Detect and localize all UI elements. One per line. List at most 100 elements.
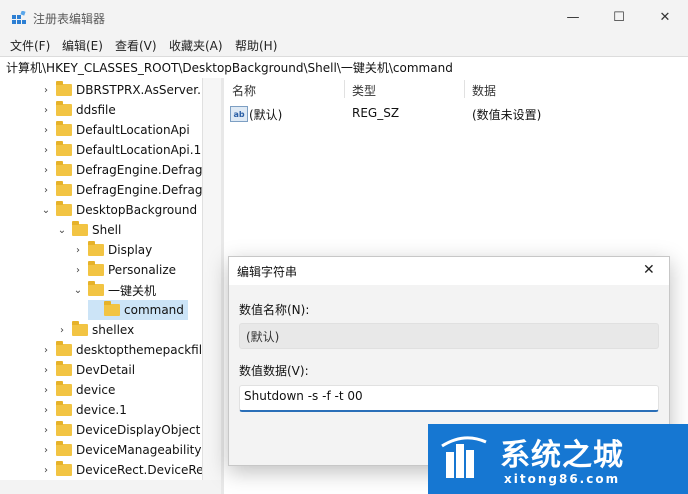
tree-item-label: 一键关机: [108, 283, 157, 298]
address-path[interactable]: 计算机\HKEY_CLASSES_ROOT\DesktopBackground\…: [6, 59, 453, 76]
menu-view[interactable]: 查看(V): [115, 37, 157, 54]
close-button[interactable]: ✕: [642, 0, 688, 34]
tree-item[interactable]: › device: [40, 380, 115, 400]
column-header-data[interactable]: 数据: [472, 82, 496, 99]
chevron-right-icon[interactable]: ›: [40, 165, 52, 176]
chevron-right-icon[interactable]: ›: [40, 185, 52, 196]
chevron-right-icon[interactable]: ›: [40, 105, 52, 116]
tree-item-label: desktopthemepackfile: [76, 343, 202, 357]
column-separator[interactable]: [464, 80, 465, 98]
dialog-title: 编辑字符串: [237, 265, 298, 279]
tree-item-label: DefragEngine.Defrag: [76, 183, 202, 197]
watermark-banner: 系统之城 xitong86.com: [428, 424, 688, 494]
menu-help[interactable]: 帮助(H): [235, 37, 277, 54]
tree-item[interactable]: ⌄ 一键关机: [72, 280, 156, 300]
window-title: 注册表编辑器: [33, 12, 106, 26]
folder-icon: [56, 401, 72, 416]
chevron-right-icon[interactable]: ›: [40, 385, 52, 396]
tree-item[interactable]: › DefaultLocationApi.1: [40, 140, 201, 160]
tree-item-label: Display: [108, 243, 153, 257]
column-header-type[interactable]: 类型: [352, 82, 376, 99]
menu-edit[interactable]: 编辑(E): [62, 37, 103, 54]
tree-item[interactable]: › Display: [72, 240, 152, 260]
value-name-field: (默认): [239, 323, 659, 349]
value-data-label: 数值数据(V):: [239, 364, 309, 378]
tree-item[interactable]: › DefaultLocationApi: [40, 120, 190, 140]
tree-item-label: device.1: [76, 403, 127, 417]
tree-vertical-scrollbar[interactable]: [202, 78, 222, 480]
tree-item-label: Personalize: [108, 263, 177, 277]
value-data-input[interactable]: [244, 389, 644, 403]
folder-icon: [104, 301, 120, 316]
chevron-down-icon[interactable]: ⌄: [56, 225, 68, 236]
tree-item[interactable]: › ddsfile: [40, 100, 116, 120]
menu-file[interactable]: 文件(F): [10, 37, 50, 54]
chevron-right-icon[interactable]: ›: [40, 85, 52, 96]
tree-item-label: DefragEngine.Defrag: [76, 163, 202, 177]
chevron-right-icon[interactable]: ›: [72, 265, 84, 276]
tree-item[interactable]: › DefragEngine.Defrag: [40, 160, 202, 180]
city-logo-icon: [441, 436, 487, 478]
column-header-name[interactable]: 名称: [232, 82, 256, 99]
minimize-button[interactable]: —: [550, 0, 596, 34]
menu-bar: 文件(F) 编辑(E) 查看(V) 收藏夹(A) 帮助(H): [0, 34, 688, 56]
folder-icon: [88, 281, 104, 296]
folder-icon: [56, 341, 72, 356]
tree-item[interactable]: › DeviceRect.DeviceRec: [40, 460, 202, 480]
folder-icon: [88, 241, 104, 256]
value-name-label: 数值名称(N):: [239, 303, 310, 317]
chevron-right-icon[interactable]: ›: [72, 245, 84, 256]
value-name-cell[interactable]: (默认): [249, 106, 282, 123]
dialog-title-bar[interactable]: 编辑字符串 ✕: [229, 257, 669, 285]
folder-icon: [72, 221, 88, 236]
registry-editor-icon: [12, 11, 26, 24]
tree-item[interactable]: › DefragEngine.Defrag: [40, 180, 202, 200]
chevron-right-icon[interactable]: ›: [40, 445, 52, 456]
folder-icon: [56, 181, 72, 196]
tree-item-label: ddsfile: [76, 103, 116, 117]
tree-item-label: DefaultLocationApi.1: [76, 143, 202, 157]
tree-item[interactable]: ⌄ Shell: [56, 220, 121, 240]
chevron-right-icon[interactable]: ›: [40, 345, 52, 356]
chevron-down-icon[interactable]: ⌄: [40, 205, 52, 216]
tree-item[interactable]: › device.1: [40, 400, 127, 420]
folder-icon: [88, 261, 104, 276]
chevron-right-icon[interactable]: ›: [40, 405, 52, 416]
chevron-right-icon[interactable]: ›: [56, 325, 68, 336]
tree-item[interactable]: command: [88, 300, 188, 320]
dialog-close-icon[interactable]: ✕: [643, 262, 655, 278]
tree-item[interactable]: › DeviceManageability: [40, 440, 201, 460]
maximize-button[interactable]: ☐: [596, 0, 642, 34]
string-value-icon: ab: [230, 106, 248, 122]
chevron-right-icon[interactable]: ›: [40, 465, 52, 476]
value-data-field[interactable]: [239, 385, 659, 412]
chevron-down-icon[interactable]: ⌄: [72, 285, 84, 296]
folder-icon: [56, 381, 72, 396]
folder-icon: [56, 361, 72, 376]
tree-item-label: DeviceRect.DeviceRec: [76, 463, 202, 477]
column-separator[interactable]: [344, 80, 345, 98]
value-type-cell: REG_SZ: [352, 106, 400, 120]
tree-item[interactable]: › DevDetail: [40, 360, 135, 380]
chevron-right-icon[interactable]: ›: [40, 425, 52, 436]
tree-item[interactable]: › Personalize: [72, 260, 176, 280]
chevron-right-icon[interactable]: ›: [40, 145, 52, 156]
folder-icon: [56, 421, 72, 436]
chevron-right-icon[interactable]: ›: [40, 365, 52, 376]
value-name-text: (默认): [246, 330, 280, 344]
tree-item[interactable]: ⌄ DesktopBackground: [40, 200, 197, 220]
folder-icon: [56, 101, 72, 116]
tree-item-label: DesktopBackground: [76, 203, 198, 217]
registry-tree[interactable]: › DBRSTPRX.AsServer.1 › ddsfile › DefaultLoca…: [0, 78, 202, 480]
tree-item[interactable]: › DBRSTPRX.AsServer.1: [40, 80, 202, 100]
menu-favorites[interactable]: 收藏夹(A): [169, 37, 223, 54]
tree-item[interactable]: › DeviceDisplayObject: [40, 420, 200, 440]
address-bar[interactable]: 计算机\HKEY_CLASSES_ROOT\DesktopBackground\…: [0, 56, 688, 79]
folder-icon: [56, 81, 72, 96]
tree-item[interactable]: › shellex: [56, 320, 134, 340]
title-bar[interactable]: 注册表编辑器 — ☐ ✕: [0, 0, 688, 34]
tree-item[interactable]: › desktopthemepackfile: [40, 340, 202, 360]
tree-horizontal-scrollbar[interactable]: [0, 480, 221, 494]
tree-item-label: DefaultLocationApi: [76, 123, 190, 137]
chevron-right-icon[interactable]: ›: [40, 125, 52, 136]
